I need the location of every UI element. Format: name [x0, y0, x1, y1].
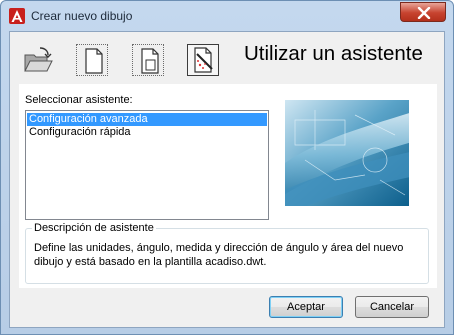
close-icon [417, 7, 431, 19]
list-item-configuracion-rapida[interactable]: Configuración rápida [27, 126, 267, 139]
open-folder-icon [24, 47, 53, 72]
dialog-window: Crear nuevo dibujo Utilizar un asistente… [0, 0, 454, 335]
wizard-list-label: Seleccionar asistente: [25, 94, 133, 106]
accept-button[interactable]: Aceptar [269, 296, 343, 318]
title-bar[interactable]: Crear nuevo dibujo [1, 1, 453, 31]
description-legend: Descripción de asistente [32, 222, 156, 234]
window-title: Crear nuevo dibujo [31, 9, 133, 23]
close-button[interactable] [400, 2, 446, 22]
open-drawing-tool[interactable] [22, 44, 54, 76]
dialog-client-area: Utilizar un asistente Seleccionar asiste… [9, 31, 445, 328]
blank-page-icon [85, 48, 103, 74]
start-from-scratch-tool[interactable] [76, 44, 108, 76]
preview-image [285, 100, 409, 206]
autocad-app-icon[interactable] [9, 8, 25, 24]
list-item-configuracion-avanzada[interactable]: Configuración avanzada [27, 113, 267, 126]
template-page-icon [141, 48, 159, 74]
wizard-panel: Seleccionar asistente: Configuración ava… [19, 84, 437, 288]
cancel-button[interactable]: Cancelar [355, 296, 429, 318]
description-groupbox: Descripción de asistente Define las unid… [25, 222, 429, 284]
use-template-tool[interactable] [132, 44, 164, 76]
use-wizard-tool[interactable] [187, 44, 219, 76]
page-heading: Utilizar un asistente [244, 42, 423, 65]
blueprint-preview-image [285, 100, 409, 206]
wizard-listbox[interactable]: Configuración avanzada Configuración ráp… [25, 110, 269, 220]
wizard-icon [194, 47, 213, 73]
description-text: Define las unidades, ángulo, medida y di… [34, 242, 404, 268]
